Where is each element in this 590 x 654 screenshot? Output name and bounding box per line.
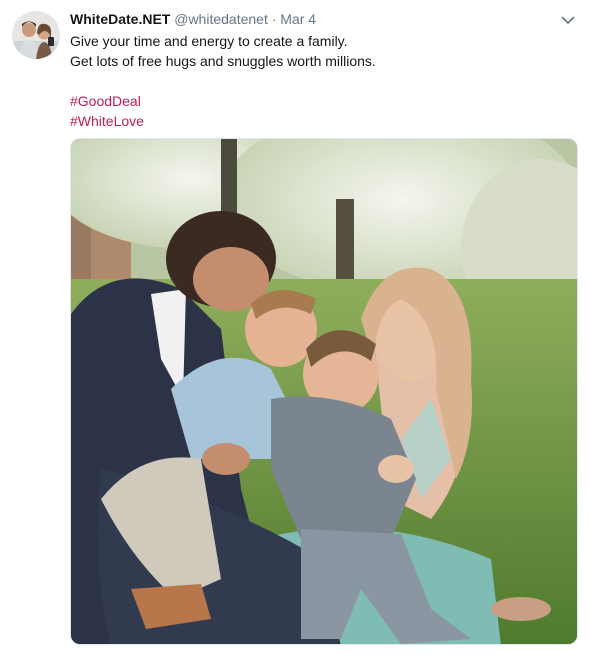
chevron-down-icon: [561, 16, 575, 24]
user-handle[interactable]: @whitedatenet: [174, 11, 268, 27]
tweet-header: WhiteDate.NET @whitedatenet · Mar 4: [70, 10, 550, 28]
tweet-line-2: Get lots of free hugs and snuggles worth…: [70, 53, 376, 69]
tweet-menu-button[interactable]: [558, 12, 578, 28]
hashtag-whitelove[interactable]: #WhiteLove: [70, 111, 570, 131]
tweet-photo[interactable]: [70, 138, 578, 645]
tweet-date[interactable]: Mar 4: [280, 11, 316, 27]
avatar-photo: [12, 11, 60, 59]
display-name[interactable]: WhiteDate.NET: [70, 11, 170, 27]
avatar[interactable]: [12, 11, 60, 59]
tweet-text: Give your time and energy to create a fa…: [70, 31, 570, 131]
family-photo: [71, 139, 577, 644]
line-break: [70, 71, 570, 91]
tweet-line-1: Give your time and energy to create a fa…: [70, 33, 348, 49]
separator-dot: ·: [271, 11, 277, 27]
tweet-card[interactable]: WhiteDate.NET @whitedatenet · Mar 4 Give…: [0, 0, 590, 654]
hashtag-gooddeal[interactable]: #GoodDeal: [70, 91, 570, 111]
